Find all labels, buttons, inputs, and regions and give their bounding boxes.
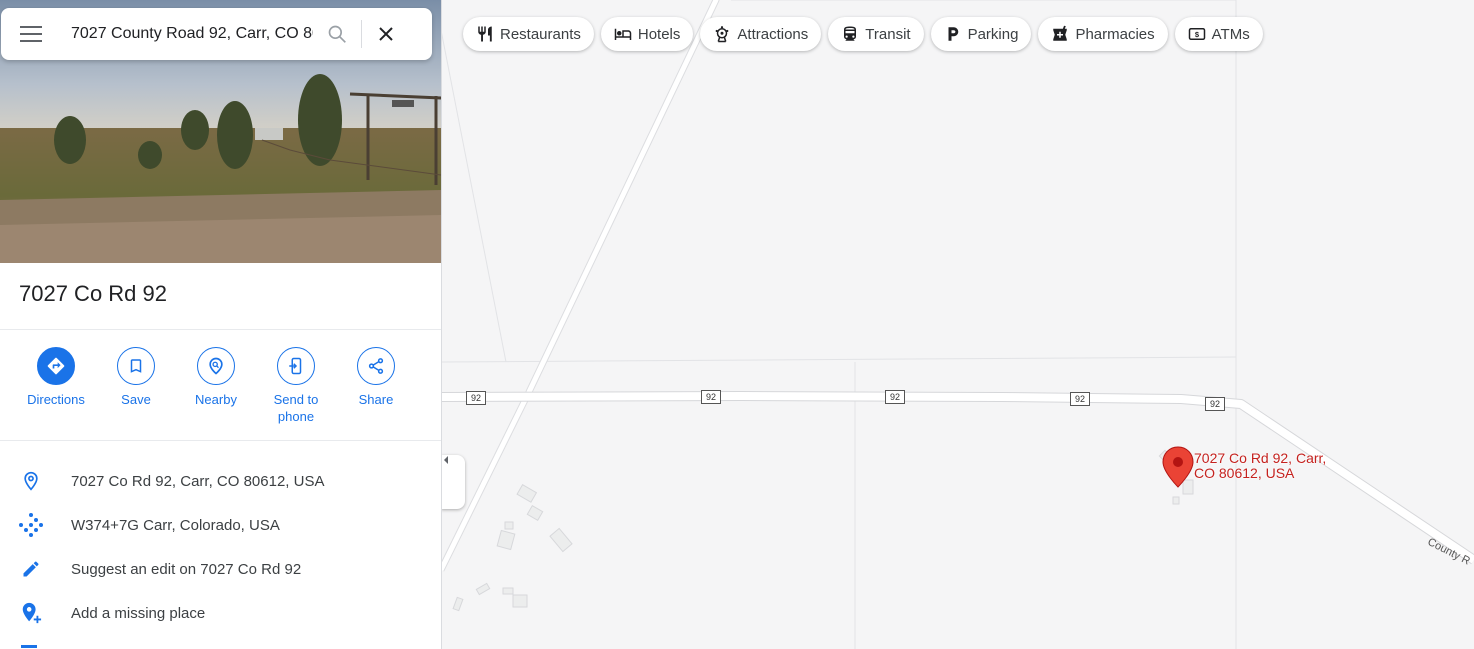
restaurant-icon xyxy=(478,26,492,42)
suggest-edit-text: Suggest an edit on 7027 Co Rd 92 xyxy=(71,560,302,578)
action-buttons: Directions Save Nearby Send to phone Sha… xyxy=(16,347,416,425)
partial-row-icon xyxy=(21,645,37,648)
pharmacy-icon xyxy=(1053,25,1068,41)
search-input[interactable] xyxy=(61,25,313,43)
divider xyxy=(0,329,441,330)
pin-label[interactable]: 7027 Co Rd 92, Carr, CO 80612, USA xyxy=(1194,451,1344,481)
chip-attractions[interactable]: Attractions xyxy=(700,17,822,51)
chip-label: ATMs xyxy=(1211,25,1250,43)
chip-parking[interactable]: Parking xyxy=(930,17,1032,51)
nearby-button[interactable]: Nearby xyxy=(176,347,256,425)
plus-code-icon xyxy=(19,513,43,537)
add-place-icon xyxy=(22,602,42,624)
chip-transit[interactable]: Transit xyxy=(828,17,924,51)
add-place-row[interactable]: Add a missing place xyxy=(0,591,441,635)
map-canvas[interactable]: 92 92 92 92 92 7027 Co Rd 92, Carr, CO 8… xyxy=(441,0,1474,649)
route-shield: 92 xyxy=(701,390,721,404)
nearby-icon xyxy=(209,357,223,375)
directions-label: Directions xyxy=(27,392,85,407)
plus-code-text: W374+7G Carr, Colorado, USA xyxy=(71,516,280,534)
svg-text:$: $ xyxy=(1195,30,1200,39)
place-title: 7027 Co Rd 92 xyxy=(19,281,167,306)
send-to-phone-label: Send to phone xyxy=(273,392,319,424)
parking-icon xyxy=(948,27,958,41)
share-button[interactable]: Share xyxy=(336,347,416,425)
add-place-text: Add a missing place xyxy=(71,604,206,622)
atm-icon: $ xyxy=(1188,28,1205,40)
route-shield: 92 xyxy=(466,391,486,405)
route-shield: 92 xyxy=(885,390,905,404)
route-shield: 92 xyxy=(1205,397,1225,411)
search-box xyxy=(1,8,432,60)
hamburger-menu-icon xyxy=(20,26,42,42)
share-icon xyxy=(368,358,384,374)
chip-atms[interactable]: $ ATMs xyxy=(1174,17,1263,51)
phone-icon xyxy=(289,357,302,375)
chip-label: Transit xyxy=(865,25,911,43)
map-roads xyxy=(441,0,1474,649)
route-shield: 92 xyxy=(1070,392,1090,406)
chip-hotels[interactable]: Hotels xyxy=(600,17,694,51)
share-label: Share xyxy=(358,392,394,407)
transit-icon xyxy=(844,26,857,41)
divider xyxy=(0,440,441,441)
side-panel: 7027 Co Rd 92 Directions Save Nearby Sen… xyxy=(0,0,442,649)
chip-label: Attractions xyxy=(737,25,809,43)
close-icon xyxy=(379,27,393,41)
address-text: 7027 Co Rd 92, Carr, CO 80612, USA xyxy=(71,472,325,490)
attraction-icon xyxy=(716,26,729,43)
plus-code-row[interactable]: W374+7G Carr, Colorado, USA xyxy=(0,503,441,547)
directions-icon xyxy=(47,357,65,375)
address-row[interactable]: 7027 Co Rd 92, Carr, CO 80612, USA xyxy=(0,459,441,503)
save-label: Save xyxy=(121,392,151,407)
location-pin-icon xyxy=(24,471,38,491)
hotel-icon xyxy=(614,28,632,40)
pencil-icon xyxy=(23,561,39,577)
category-chips: Restaurants Hotels Attractions Transit P… xyxy=(463,17,1263,51)
collapse-panel-button[interactable] xyxy=(441,455,465,509)
directions-button[interactable]: Directions xyxy=(16,347,96,425)
menu-button[interactable] xyxy=(1,8,61,60)
chip-restaurants[interactable]: Restaurants xyxy=(463,17,594,51)
nearby-label: Nearby xyxy=(195,392,237,407)
chip-label: Hotels xyxy=(637,25,681,43)
chip-label: Parking xyxy=(967,25,1019,43)
close-search-button[interactable] xyxy=(362,8,410,60)
chip-label: Restaurants xyxy=(500,25,581,43)
chevron-left-icon xyxy=(444,456,448,464)
chip-pharmacies[interactable]: Pharmacies xyxy=(1038,17,1168,51)
search-button[interactable] xyxy=(313,8,361,60)
bookmark-icon xyxy=(130,359,142,373)
send-to-phone-button[interactable]: Send to phone xyxy=(256,347,336,425)
search-icon xyxy=(328,25,346,43)
suggest-edit-row[interactable]: Suggest an edit on 7027 Co Rd 92 xyxy=(0,547,441,591)
save-button[interactable]: Save xyxy=(96,347,176,425)
chip-label: Pharmacies xyxy=(1075,25,1155,43)
